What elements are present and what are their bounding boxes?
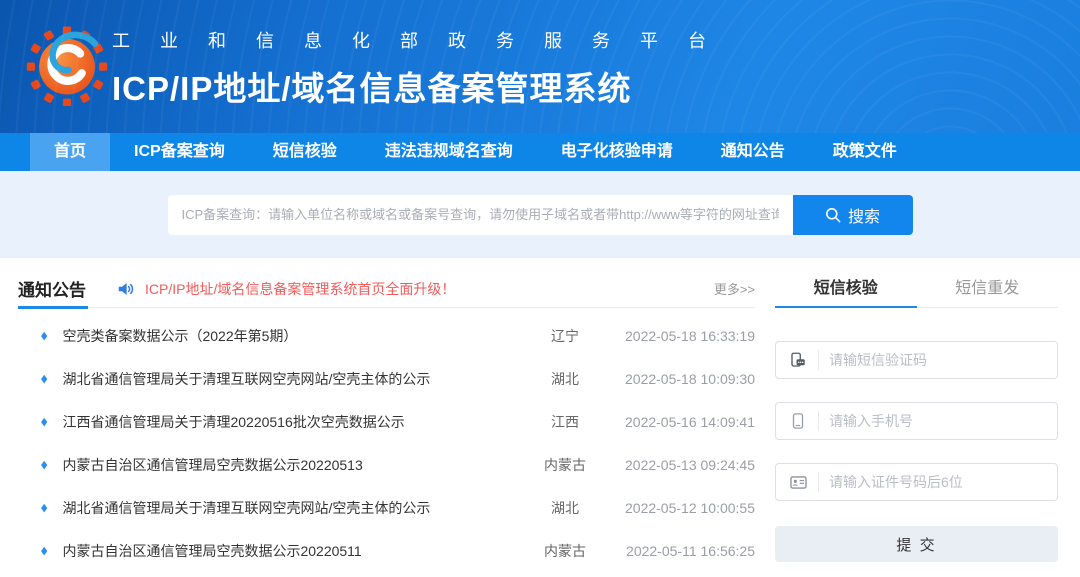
notice-region: 江西 [525,412,605,432]
notice-region: 湖北 [525,369,605,389]
section-title: 通知公告 [18,270,86,307]
notice-region: 内蒙古 [525,541,605,561]
notice-title[interactable]: 内蒙古自治区通信管理局空壳数据公示20220511 [62,541,525,561]
notice-row[interactable]: ◆ 湖北省通信管理局关于清理互联网空壳网站/空壳主体的公示 湖北 2022-05… [18,486,755,529]
mobile-phone-icon [788,412,808,430]
notice-title[interactable]: 江西省通信管理局关于清理20220516批次空壳数据公示 [62,412,525,432]
notice-datetime: 2022-05-11 16:56:25 [605,543,755,559]
search-icon [825,207,841,223]
tab-sms-resend[interactable]: 短信重发 [917,270,1059,307]
sms-message-icon [788,351,808,369]
id-card-icon [788,473,808,492]
notice-list: ◆ 空壳类备案数据公示（2022年第5期） 辽宁 2022-05-18 16:3… [18,314,755,572]
diamond-bullet-icon: ◆ [41,415,47,428]
diamond-bullet-icon: ◆ [41,458,47,471]
notice-row[interactable]: ◆ 内蒙古自治区通信管理局空壳数据公示20220511 内蒙古 2022-05-… [18,529,755,572]
sms-panel: 短信核验 短信重发 [775,270,1058,572]
submit-button[interactable]: 提 交 [775,526,1058,562]
search-button-label: 搜索 [848,203,880,227]
notice-title[interactable]: 湖北省通信管理局关于清理互联网空壳网站/空壳主体的公示 [62,369,525,389]
nav-item-e-verification[interactable]: 电子化核验申请 [537,133,697,171]
notice-title[interactable]: 湖北省通信管理局关于清理互联网空壳网站/空壳主体的公示 [62,498,525,518]
notice-title[interactable]: 空壳类备案数据公示（2022年第5期） [62,326,525,346]
site-header: 工业和信息化部政务服务平台 ICP/IP地址/域名信息备案管理系统 [0,0,1080,133]
notice-title[interactable]: 内蒙古自治区通信管理局空壳数据公示20220513 [62,455,525,475]
nav-item-announcements[interactable]: 通知公告 [697,133,809,171]
nav-item-home[interactable]: 首页 [30,133,110,171]
megaphone-icon [116,280,135,298]
notice-row[interactable]: ◆ 内蒙古自治区通信管理局空壳数据公示20220513 内蒙古 2022-05-… [18,443,755,486]
notice-datetime: 2022-05-13 09:24:45 [605,457,755,473]
notice-row[interactable]: ◆ 江西省通信管理局关于清理20220516批次空壳数据公示 江西 2022-0… [18,400,755,443]
nav-item-illegal-domain-query[interactable]: 违法违规域名查询 [361,133,537,171]
search-button[interactable]: 搜索 [793,195,913,235]
sms-code-input[interactable] [829,352,1057,368]
headline-link[interactable]: ICP/IP地址/域名信息备案管理系统首页全面升级！ [145,279,714,299]
notice-datetime: 2022-05-16 14:09:41 [605,414,755,430]
notice-region: 湖北 [525,498,605,518]
search-box: 搜索 [168,195,913,235]
sms-code-field [775,341,1058,379]
notice-datetime: 2022-05-18 16:33:19 [605,328,755,344]
diamond-bullet-icon: ◆ [41,501,47,514]
field-divider [818,350,819,370]
search-section: 搜索 [0,171,1080,258]
notices-section: 通知公告 ICP/IP地址/域名信息备案管理系统首页全面升级！ 更多>> ◆ 空… [18,270,755,572]
phone-input[interactable] [829,413,1057,429]
sms-tabs: 短信核验 短信重发 [775,270,1058,308]
main-content: 通知公告 ICP/IP地址/域名信息备案管理系统首页全面升级！ 更多>> ◆ 空… [0,258,1080,572]
diamond-bullet-icon: ◆ [41,372,47,385]
nav-item-icp-query[interactable]: ICP备案查询 [110,133,249,171]
search-input[interactable] [168,195,793,235]
notices-header: 通知公告 ICP/IP地址/域名信息备案管理系统首页全面升级！ 更多>> [18,270,755,308]
diamond-bullet-icon: ◆ [41,329,47,342]
platform-name: 工业和信息化部政务服务平台 [112,27,736,53]
site-logo-icon [26,24,108,106]
notice-datetime: 2022-05-18 10:09:30 [605,371,755,387]
notice-region: 辽宁 [525,326,605,346]
phone-field [775,402,1058,440]
field-divider [818,411,819,431]
field-divider [818,472,819,492]
notice-row[interactable]: ◆ 湖北省通信管理局关于清理互联网空壳网站/空壳主体的公示 湖北 2022-05… [18,357,755,400]
nav-item-sms-verify[interactable]: 短信核验 [249,133,361,171]
notice-datetime: 2022-05-12 10:00:55 [605,500,755,516]
more-link[interactable]: 更多>> [714,279,755,298]
notice-region: 内蒙古 [525,455,605,475]
header-text: 工业和信息化部政务服务平台 ICP/IP地址/域名信息备案管理系统 [112,27,736,110]
page-title: ICP/IP地址/域名信息备案管理系统 [112,62,736,110]
notice-row[interactable]: ◆ 空壳类备案数据公示（2022年第5期） 辽宁 2022-05-18 16:3… [18,314,755,357]
nav-item-policy-files[interactable]: 政策文件 [809,133,921,171]
main-nav: 首页 ICP备案查询 短信核验 违法违规域名查询 电子化核验申请 通知公告 政策… [0,133,1080,171]
id-number-input[interactable] [829,474,1057,490]
page: 工业和信息化部政务服务平台 ICP/IP地址/域名信息备案管理系统 首页 ICP… [0,0,1080,577]
diamond-bullet-icon: ◆ [41,544,47,557]
tab-sms-verify[interactable]: 短信核验 [775,270,917,307]
id-number-field [775,463,1058,501]
